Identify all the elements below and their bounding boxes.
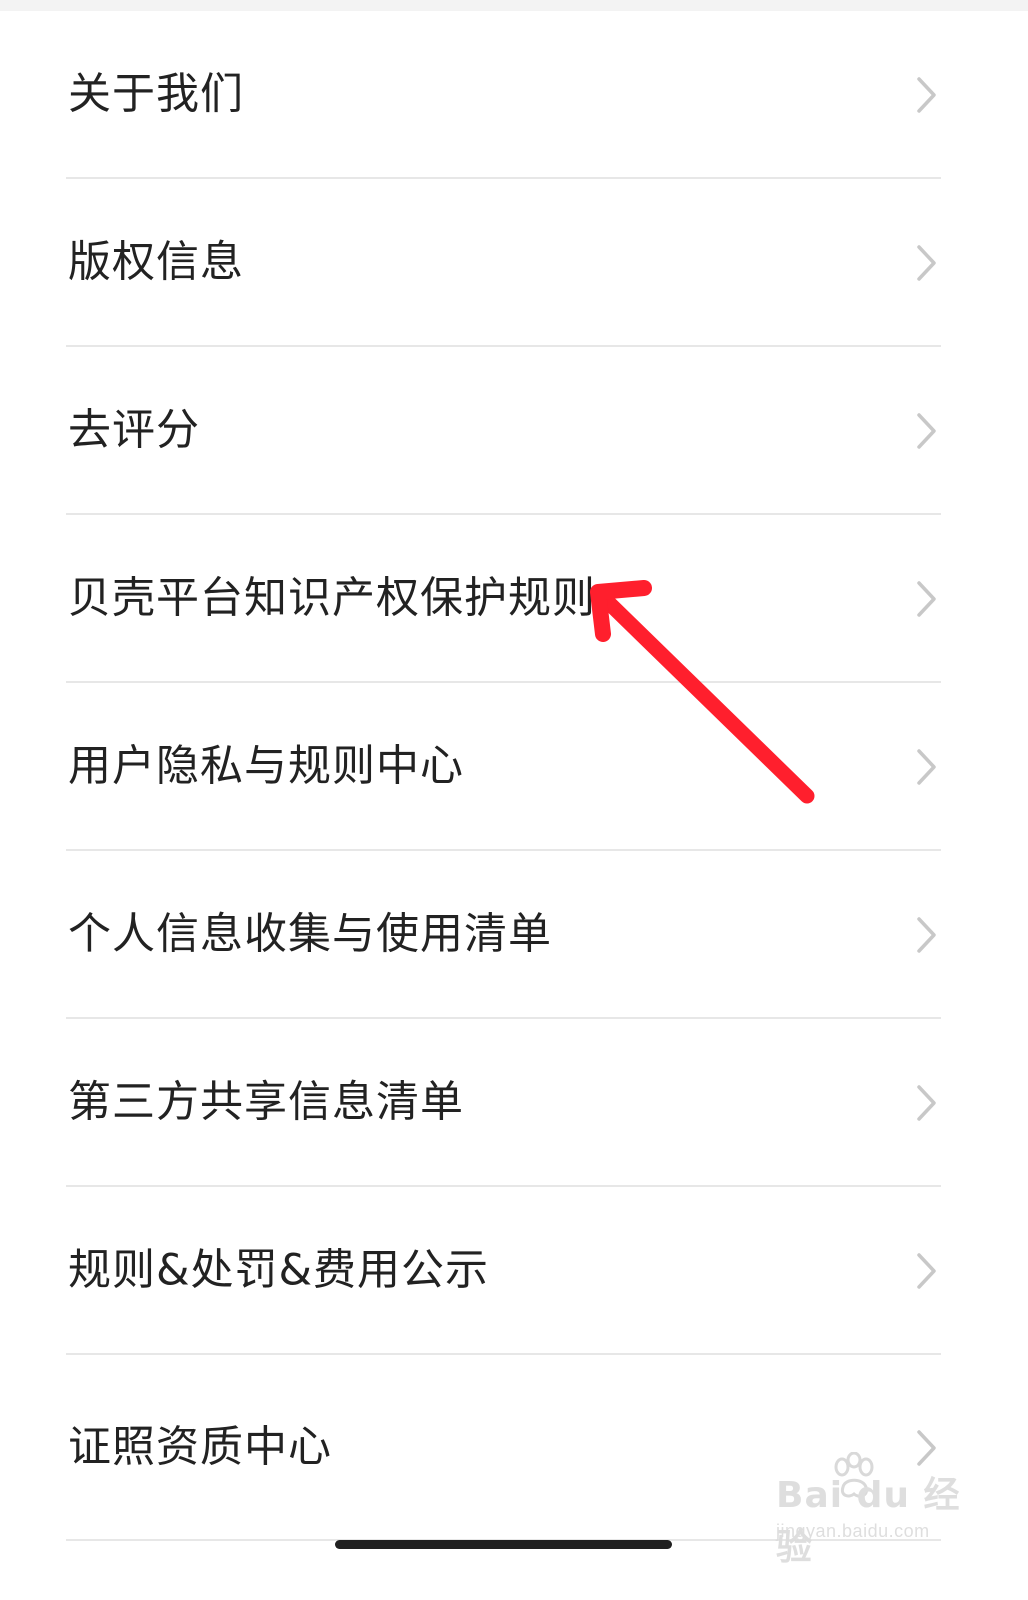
menu-item-label: 关于我们 <box>68 69 244 120</box>
menu-item-rate-app[interactable]: 去评分 <box>0 347 1028 515</box>
chevron-right-icon <box>917 581 936 617</box>
chevron-right-icon <box>917 1085 936 1121</box>
menu-item-label: 去评分 <box>68 405 200 456</box>
menu-item-ip-protection-rules[interactable]: 贝壳平台知识产权保护规则 <box>0 515 1028 683</box>
home-indicator[interactable] <box>335 1540 672 1549</box>
menu-item-label: 贝壳平台知识产权保护规则 <box>68 573 596 624</box>
menu-item-label: 个人信息收集与使用清单 <box>68 909 552 960</box>
chevron-right-icon <box>917 917 936 953</box>
menu-item-rules-penalties-fees[interactable]: 规则&处罚&费用公示 <box>0 1187 1028 1355</box>
menu-item-license-qualifications[interactable]: 证照资质中心 <box>0 1355 1028 1541</box>
menu-item-label: 证照资质中心 <box>68 1422 332 1473</box>
menu-item-copyright-info[interactable]: 版权信息 <box>0 179 1028 347</box>
menu-item-third-party-sharing-list[interactable]: 第三方共享信息清单 <box>0 1019 1028 1187</box>
menu-item-label: 版权信息 <box>68 237 244 288</box>
settings-menu-list: 关于我们 版权信息 去评分 贝壳平台知识产权保护规则 用户隐私与规则中心 个人信… <box>0 11 1028 1541</box>
chevron-right-icon <box>917 413 936 449</box>
chevron-right-icon <box>917 749 936 785</box>
menu-item-about-us[interactable]: 关于我们 <box>0 11 1028 179</box>
chevron-right-icon <box>917 1430 936 1466</box>
menu-item-label: 用户隐私与规则中心 <box>68 741 464 792</box>
top-status-strip <box>0 0 1028 11</box>
menu-item-label: 第三方共享信息清单 <box>68 1077 464 1128</box>
menu-item-label: 规则&处罚&费用公示 <box>68 1245 490 1296</box>
chevron-right-icon <box>917 1253 936 1289</box>
chevron-right-icon <box>917 77 936 113</box>
menu-item-personal-info-list[interactable]: 个人信息收集与使用清单 <box>0 851 1028 1019</box>
menu-item-privacy-rules-center[interactable]: 用户隐私与规则中心 <box>0 683 1028 851</box>
chevron-right-icon <box>917 245 936 281</box>
